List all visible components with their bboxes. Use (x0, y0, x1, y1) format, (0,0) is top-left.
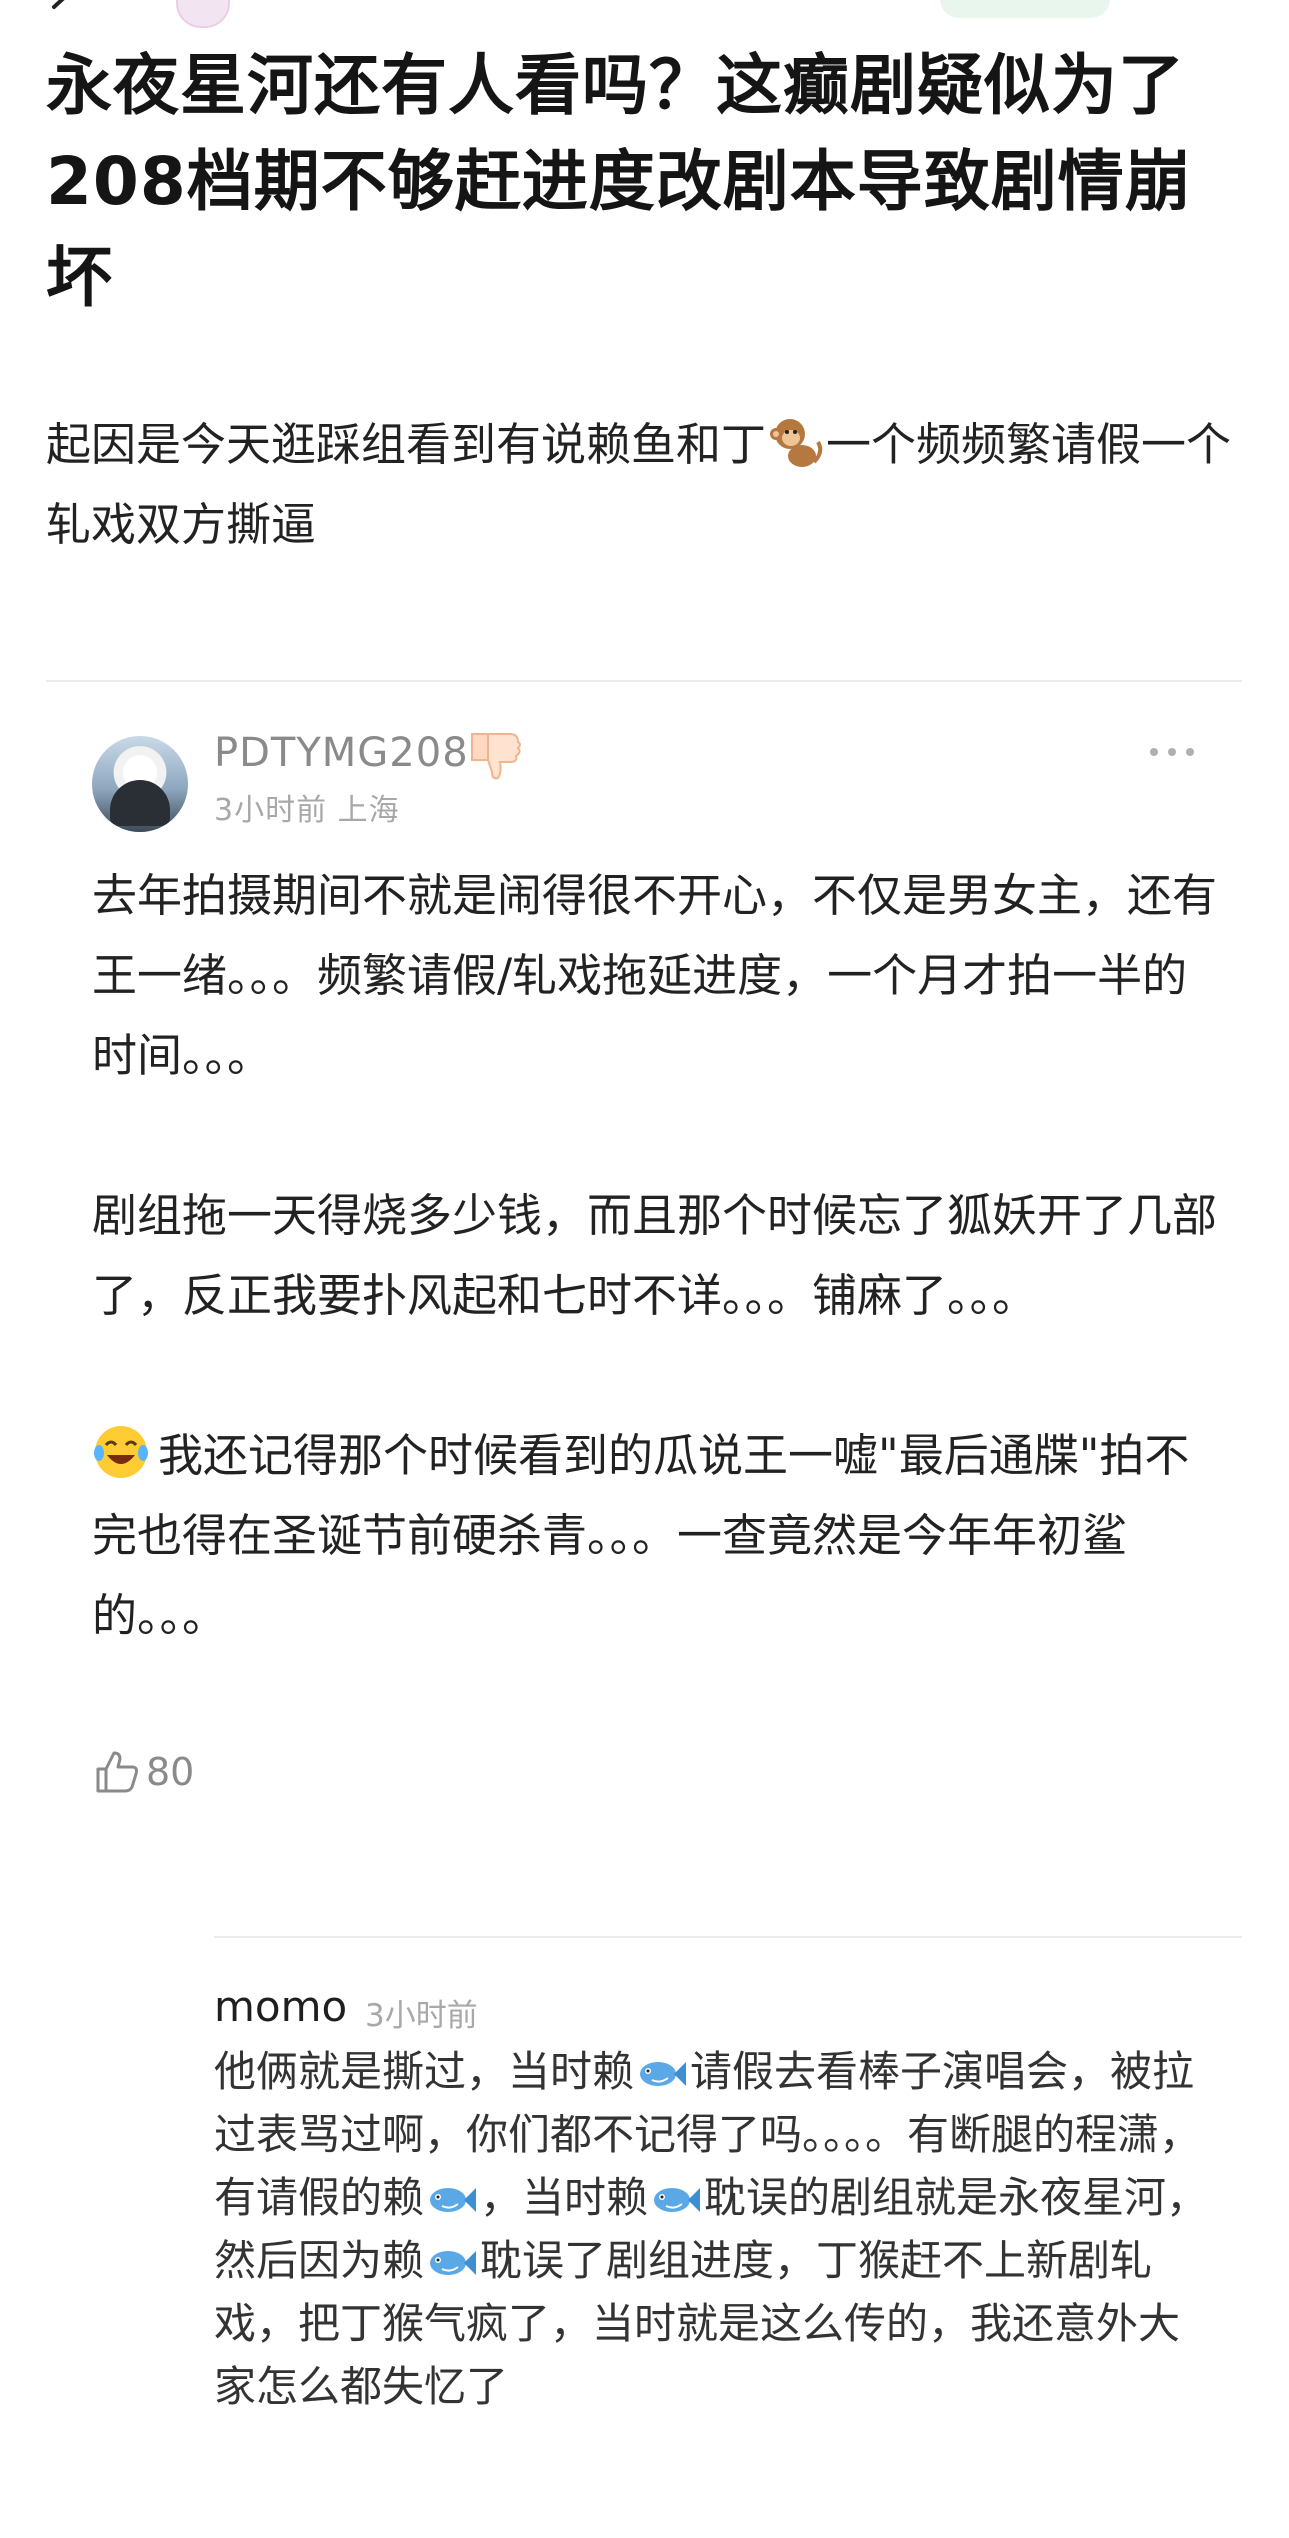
fish-emoji (430, 2188, 477, 2212)
reply-text: 他俩就是撕过，当时赖 请假去看棒子演唱会，被拉过表骂过啊，你们都不记得了吗。。。… (214, 2040, 1214, 2418)
fish-emoji (640, 2062, 687, 2086)
like-button[interactable]: 80 (92, 1744, 194, 1800)
comment-paragraph: 去年拍摄期间不就是闹得很不开心，不仅是男女主，还有王一绪。。。频繁请假/轧戏拖延… (92, 869, 1218, 1082)
fish-emoji (430, 2251, 477, 2275)
post-divider (46, 680, 1242, 682)
comment-username[interactable]: PDTYMG208 (214, 730, 469, 776)
top-bar (0, 0, 1289, 30)
join-button[interactable] (940, 0, 1110, 18)
thumbs-up-icon (96, 1751, 138, 1793)
monkey-emoji (770, 419, 823, 467)
reply-divider (214, 1936, 1242, 1938)
post-body-text: 起因是今天逛踩组看到有说赖鱼和丁 (46, 418, 767, 471)
comment-meta: 3小时前 上海 (214, 793, 400, 828)
comment-paragraph: 剧组拖一天得烧多少钱，而且那个时候忘了狐妖开了几部了，反正我要扑风起和七时不详。… (92, 1189, 1218, 1322)
reply-author[interactable]: momo (214, 1982, 347, 2031)
comment-paragraph-text: 我还记得那个时候看到的瓜说王一嘘"最后通牒"拍不完也得在圣诞节前硬杀青。。。一查… (92, 1429, 1190, 1642)
like-count: 80 (146, 1750, 195, 1794)
post-title: 永夜星河还有人看吗？这癫剧疑似为了208档期不够赶进度改剧本导致剧情崩坏 (46, 47, 1192, 316)
reply-time: 3小时前 (365, 1998, 478, 2034)
comment-text: 去年拍摄期间不就是闹得很不开心，不仅是男女主，还有王一绪。。。频繁请假/轧戏拖延… (92, 856, 1232, 1656)
reply-text-segment: ，当时赖 (480, 2173, 649, 2222)
comment-paragraph: 我还记得那个时候看到的瓜说王一嘘"最后通牒"拍不完也得在圣诞节前硬杀青。。。一查… (92, 1416, 1232, 1656)
laughing-tears-emoji (94, 1426, 148, 1478)
group-avatar[interactable] (176, 0, 230, 28)
reply-text-segment: 他俩就是撕过，当时赖 (214, 2047, 635, 2096)
avatar[interactable] (92, 736, 188, 832)
back-chevron-icon[interactable] (44, 0, 74, 22)
more-dots-icon[interactable] (1146, 744, 1198, 760)
post-body: 起因是今天逛踩组看到有说赖鱼和丁 一个频频繁请假一个轧戏双方撕逼 (46, 405, 1236, 565)
thumbs-down-icon (471, 733, 521, 780)
fish-emoji (654, 2188, 701, 2212)
